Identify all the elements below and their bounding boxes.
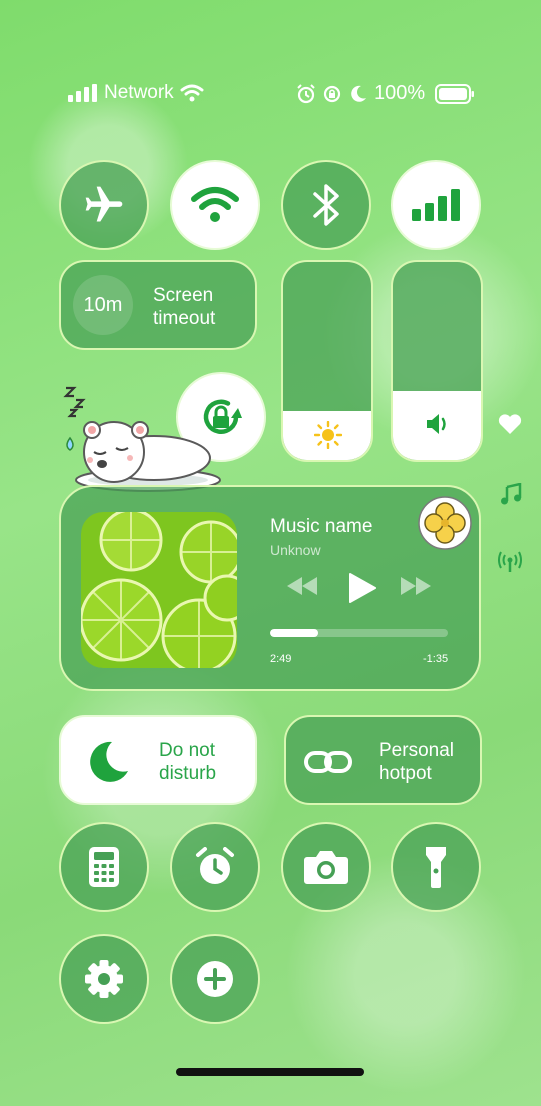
camera-icon xyxy=(304,851,348,884)
volume-slider[interactable] xyxy=(391,260,483,462)
wifi-status-icon xyxy=(180,84,204,102)
sun-icon xyxy=(314,420,342,449)
calculator-button[interactable] xyxy=(59,822,149,912)
heart-icon xyxy=(498,414,522,434)
moon-status-icon xyxy=(351,85,366,102)
music-note-icon xyxy=(501,483,522,505)
music-player: Music name Unknow 2:49 -1:35 xyxy=(59,485,481,691)
moon-icon xyxy=(90,741,128,782)
alarm-clock-icon xyxy=(196,847,234,884)
bluetooth-icon xyxy=(313,184,339,226)
dnd-label: Do not disturb xyxy=(159,739,216,785)
airplane-icon xyxy=(85,186,123,222)
bluetooth-toggle[interactable] xyxy=(281,160,371,250)
progress-track[interactable] xyxy=(270,629,448,637)
hotspot-label: Personal hotpot xyxy=(379,739,454,785)
battery-icon xyxy=(435,83,475,104)
sleeping-bear-sticker xyxy=(63,386,221,492)
music-title: Music name xyxy=(270,516,373,537)
cellular-toggle[interactable] xyxy=(391,160,481,250)
status-left: Network xyxy=(68,82,204,104)
settings-button[interactable] xyxy=(59,934,149,1024)
antenna-icon xyxy=(498,551,522,572)
home-indicator[interactable] xyxy=(176,1068,364,1076)
do-not-disturb-tile[interactable]: Do not disturb xyxy=(59,715,257,805)
hotspot-label-line2: hotpot xyxy=(379,763,432,784)
camera-button[interactable] xyxy=(281,822,371,912)
play-button[interactable] xyxy=(348,573,376,603)
brightness-fill xyxy=(283,410,371,460)
dnd-label-line2: disturb xyxy=(159,763,217,784)
flashlight-icon xyxy=(426,847,446,888)
flashlight-button[interactable] xyxy=(391,822,481,912)
calculator-icon xyxy=(89,847,119,887)
status-right: 100% xyxy=(296,82,475,105)
network-label: Network xyxy=(104,82,174,103)
play-icon xyxy=(349,573,376,603)
clover-sticker xyxy=(418,496,472,550)
timeout-label-line1: Screen xyxy=(153,285,214,306)
signal-bars-icon xyxy=(68,84,97,102)
battery-label: 100% xyxy=(374,82,426,104)
rewind-button[interactable] xyxy=(287,577,317,595)
progress-fill xyxy=(270,629,319,637)
screen-timeout-tile[interactable]: 10m Screen timeout xyxy=(59,260,257,350)
link-icon xyxy=(304,751,352,773)
personal-hotspot-tile[interactable]: Personal hotpot xyxy=(284,715,482,805)
hotspot-label-line1: Personal xyxy=(379,740,454,761)
wifi-icon xyxy=(191,187,239,222)
alarm-status-icon xyxy=(297,83,315,103)
timeout-badge: 10m xyxy=(73,275,133,335)
elapsed-time: 2:49 xyxy=(270,653,292,665)
rotation-status-icon xyxy=(323,85,341,102)
settings-icon xyxy=(85,960,123,998)
add-button[interactable] xyxy=(170,934,260,1024)
music-artist: Unknow xyxy=(270,542,321,558)
dnd-label-line1: Do not xyxy=(159,740,215,761)
brightness-slider[interactable] xyxy=(281,260,373,462)
wifi-toggle[interactable] xyxy=(170,160,260,250)
album-art xyxy=(81,512,237,668)
add-icon xyxy=(197,961,233,997)
volume-fill xyxy=(393,390,481,460)
cellular-icon xyxy=(412,189,460,221)
timeout-value: 10m xyxy=(83,293,123,316)
remaining-time: -1:35 xyxy=(423,653,449,665)
alarm-clock-button[interactable] xyxy=(170,822,260,912)
forward-icon xyxy=(401,577,431,595)
speaker-icon xyxy=(427,413,446,434)
airplane-toggle[interactable] xyxy=(59,160,149,250)
timeout-label-line2: timeout xyxy=(153,308,216,329)
forward-button[interactable] xyxy=(401,577,431,595)
timeout-label: Screen timeout xyxy=(153,284,215,330)
rewind-icon xyxy=(287,577,317,595)
